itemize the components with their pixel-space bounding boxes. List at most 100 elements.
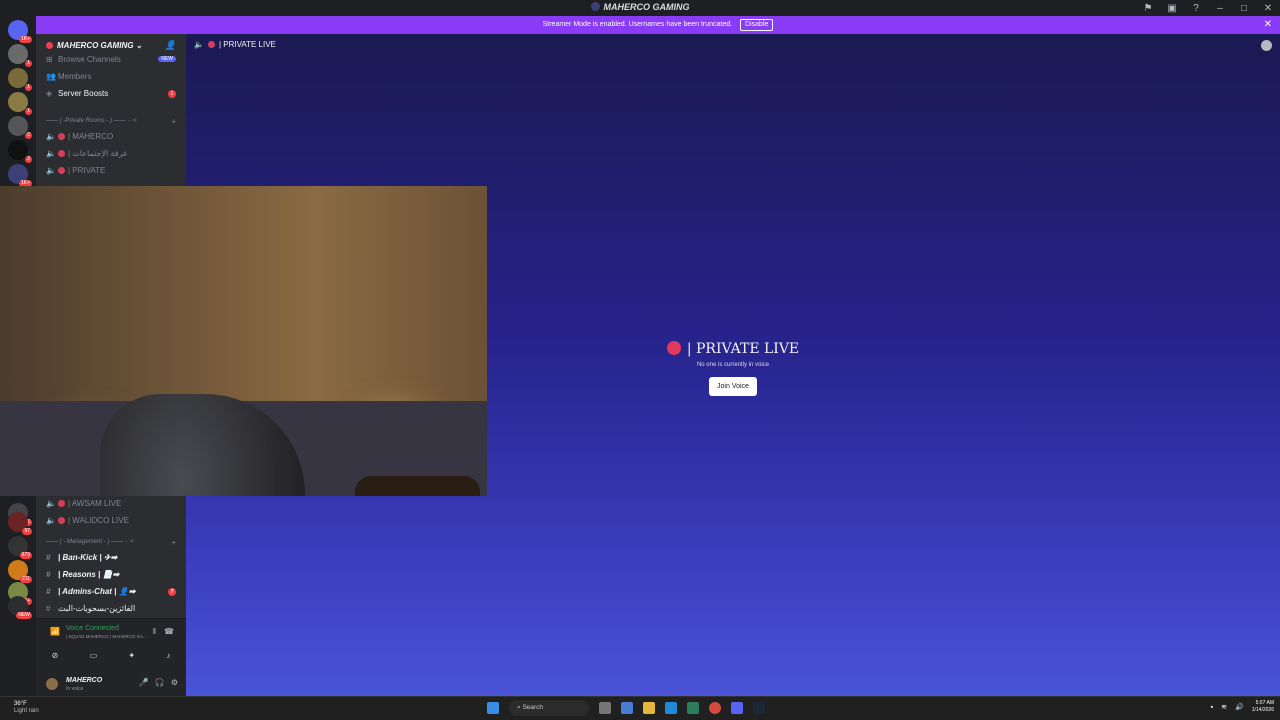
members-label: Members xyxy=(58,72,92,81)
file-explorer-icon[interactable] xyxy=(643,702,655,714)
server-icon[interactable]: 211 xyxy=(8,560,32,583)
server-icon[interactable]: 1 xyxy=(8,92,32,115)
speaker-icon: 🔈 xyxy=(46,132,56,141)
browse-icon: ⊞ xyxy=(46,54,53,64)
add-channel-icon[interactable]: + xyxy=(171,538,176,547)
app-icon[interactable] xyxy=(687,702,699,714)
discord-icon[interactable] xyxy=(731,702,743,714)
add-channel-icon[interactable]: + xyxy=(171,117,176,126)
chat-icon[interactable] xyxy=(1261,40,1272,51)
voice-connected-title: Voice Connected xyxy=(66,625,119,632)
server-icon[interactable]: 2 xyxy=(8,140,32,163)
text-channel-label: | Reasons | 📄➡ xyxy=(58,570,120,579)
edge-icon[interactable] xyxy=(665,702,677,714)
server-badge: 1K+ xyxy=(18,36,32,43)
server-name: MAHERCO GAMING xyxy=(57,41,134,50)
taskbar-apps: ⌕ Search xyxy=(487,700,765,716)
text-channel[interactable]: # | Admins-Chat | 👤➡ 7 xyxy=(40,584,182,599)
text-channel-label: الفائزين-بسحوبات-البث xyxy=(58,604,136,613)
close-banner-icon[interactable]: ✕ xyxy=(1264,16,1272,34)
voice-channel[interactable]: 🔈 | غرفة الإجتماعات xyxy=(40,146,182,161)
taskview-icon[interactable] xyxy=(599,702,611,714)
tray-icon[interactable]: ▪ xyxy=(1211,704,1213,711)
microphone-icon[interactable]: 🎤 xyxy=(139,678,149,687)
voice-channel-label: | غرفة الإجتماعات xyxy=(68,149,128,158)
banner-message: Streamer Mode is enabled. Usernames have… xyxy=(542,21,733,28)
voice-channel[interactable]: 🔈 | PRIVATE xyxy=(40,163,182,178)
add-user-icon[interactable]: 👤 xyxy=(165,40,176,51)
speaker-icon: 🔈 xyxy=(46,166,56,175)
windows-start-icon[interactable] xyxy=(487,702,499,714)
server-badge: 679 xyxy=(19,552,32,559)
server-icon[interactable]: 2 xyxy=(8,116,32,139)
activities-icon[interactable]: ✦ xyxy=(128,651,135,665)
voice-channel[interactable]: 🔈 | MAHERCO xyxy=(40,129,182,144)
wifi-icon[interactable]: ≋ xyxy=(1221,703,1227,711)
server-icon[interactable]: 679 xyxy=(8,536,32,559)
soundboard-icon[interactable]: ♪ xyxy=(166,651,170,665)
members-item[interactable]: 👥 Members xyxy=(40,69,182,84)
server-icon[interactable]: 97 xyxy=(8,512,32,535)
server-logo-icon xyxy=(590,2,600,11)
voice-channel-name[interactable]: | SQUAD MAHERCO / MAHERCO GA... xyxy=(66,634,147,639)
minimize-button[interactable]: – xyxy=(1208,3,1232,14)
signal-icon[interactable]: 📶 xyxy=(50,627,60,636)
boost-icon: ◈ xyxy=(46,89,53,98)
voice-channel[interactable]: 🔈 | WALIDCO LIVE xyxy=(40,513,182,528)
text-channel[interactable]: # الفائزين-بسحوبات-البث xyxy=(40,601,182,616)
user-status: In voice xyxy=(66,686,84,692)
maximize-button[interactable]: □ xyxy=(1232,3,1256,14)
webcam-overlay[interactable] xyxy=(0,186,487,496)
voice-channel[interactable]: 🔈 | AWSAM LIVE xyxy=(40,496,182,511)
live-dot-icon xyxy=(207,41,215,48)
category-label: —— ( -Private Rooms - ) —— ·· < xyxy=(46,118,137,124)
speaker-icon: 🔈 xyxy=(46,149,56,158)
category-management[interactable]: —— ( - Management - ) —— ·· < + xyxy=(40,538,182,547)
hashtag-icon: # xyxy=(46,553,51,562)
username: MAHERCO xyxy=(66,677,103,684)
text-channel[interactable]: # | Reasons | 📄➡ xyxy=(40,567,182,582)
server-icon[interactable]: 1 xyxy=(8,68,32,91)
settings-gear-icon[interactable]: ⚙ xyxy=(171,678,178,687)
direct-messages-icon[interactable]: 1K+ xyxy=(8,20,32,43)
volume-icon[interactable]: 🔊 xyxy=(1235,703,1244,711)
window-title: MAHERCO GAMING xyxy=(0,2,1280,12)
inbox-icon[interactable]: ⚑ xyxy=(1136,3,1160,14)
browse-channels-item[interactable]: ⊞ Browse Channels NEW xyxy=(40,54,182,64)
clock[interactable]: 5:07 AM 1/14/2026 xyxy=(1252,700,1274,714)
disable-button[interactable]: Disable xyxy=(740,19,774,31)
taskbar-search[interactable]: ⌕ Search xyxy=(509,700,589,716)
maherco-server-icon[interactable]: 1K+ xyxy=(8,164,32,187)
chrome-icon[interactable] xyxy=(709,702,721,714)
headphones-icon[interactable]: 🎧 xyxy=(155,678,165,687)
server-icon[interactable]: 1 xyxy=(8,44,32,67)
screen-share-icon[interactable]: ▭ xyxy=(90,651,98,665)
server-badge: 1 xyxy=(25,60,32,67)
server-icon[interactable]: NEW xyxy=(8,596,32,619)
voice-channel-label: | PRIVATE xyxy=(68,166,106,175)
browse-label: Browse Channels xyxy=(58,54,121,64)
avatar[interactable] xyxy=(46,678,58,690)
app-icon[interactable] xyxy=(621,702,633,714)
help-icon[interactable]: ? xyxy=(1184,3,1208,14)
server-boosts-item[interactable]: ◈ Server Boosts 1 xyxy=(40,86,182,101)
new-badge: NEW xyxy=(158,56,176,62)
live-dot-icon xyxy=(58,500,65,507)
speaker-icon: 🔈 xyxy=(194,40,204,49)
channel-header: 🔈 | PRIVATE LIVE xyxy=(194,40,276,49)
voice-channel-label: | AWSAM LIVE xyxy=(68,499,122,508)
weather-widget[interactable]: 36°F Light rain xyxy=(14,701,39,715)
join-voice-button[interactable]: Join Voice xyxy=(709,377,757,396)
steam-icon[interactable] xyxy=(753,702,765,714)
disconnect-icon[interactable]: ☎ xyxy=(164,627,174,636)
camera-icon[interactable]: ⊘ xyxy=(52,651,59,665)
close-window-button[interactable]: ✕ xyxy=(1256,3,1280,14)
hashtag-icon: # xyxy=(46,587,51,596)
live-dot-icon xyxy=(58,517,65,524)
text-channel[interactable]: # | Ban-Kick | ✈➡ xyxy=(40,550,182,565)
screen-icon[interactable]: ▣ xyxy=(1160,3,1184,14)
noise-suppression-icon[interactable]: ‖ xyxy=(153,627,156,636)
text-channel-label: | Ban-Kick | ✈➡ xyxy=(58,553,118,562)
category-private-rooms[interactable]: —— ( -Private Rooms - ) —— ·· < + xyxy=(40,117,182,126)
server-badge: 97 xyxy=(22,528,32,535)
